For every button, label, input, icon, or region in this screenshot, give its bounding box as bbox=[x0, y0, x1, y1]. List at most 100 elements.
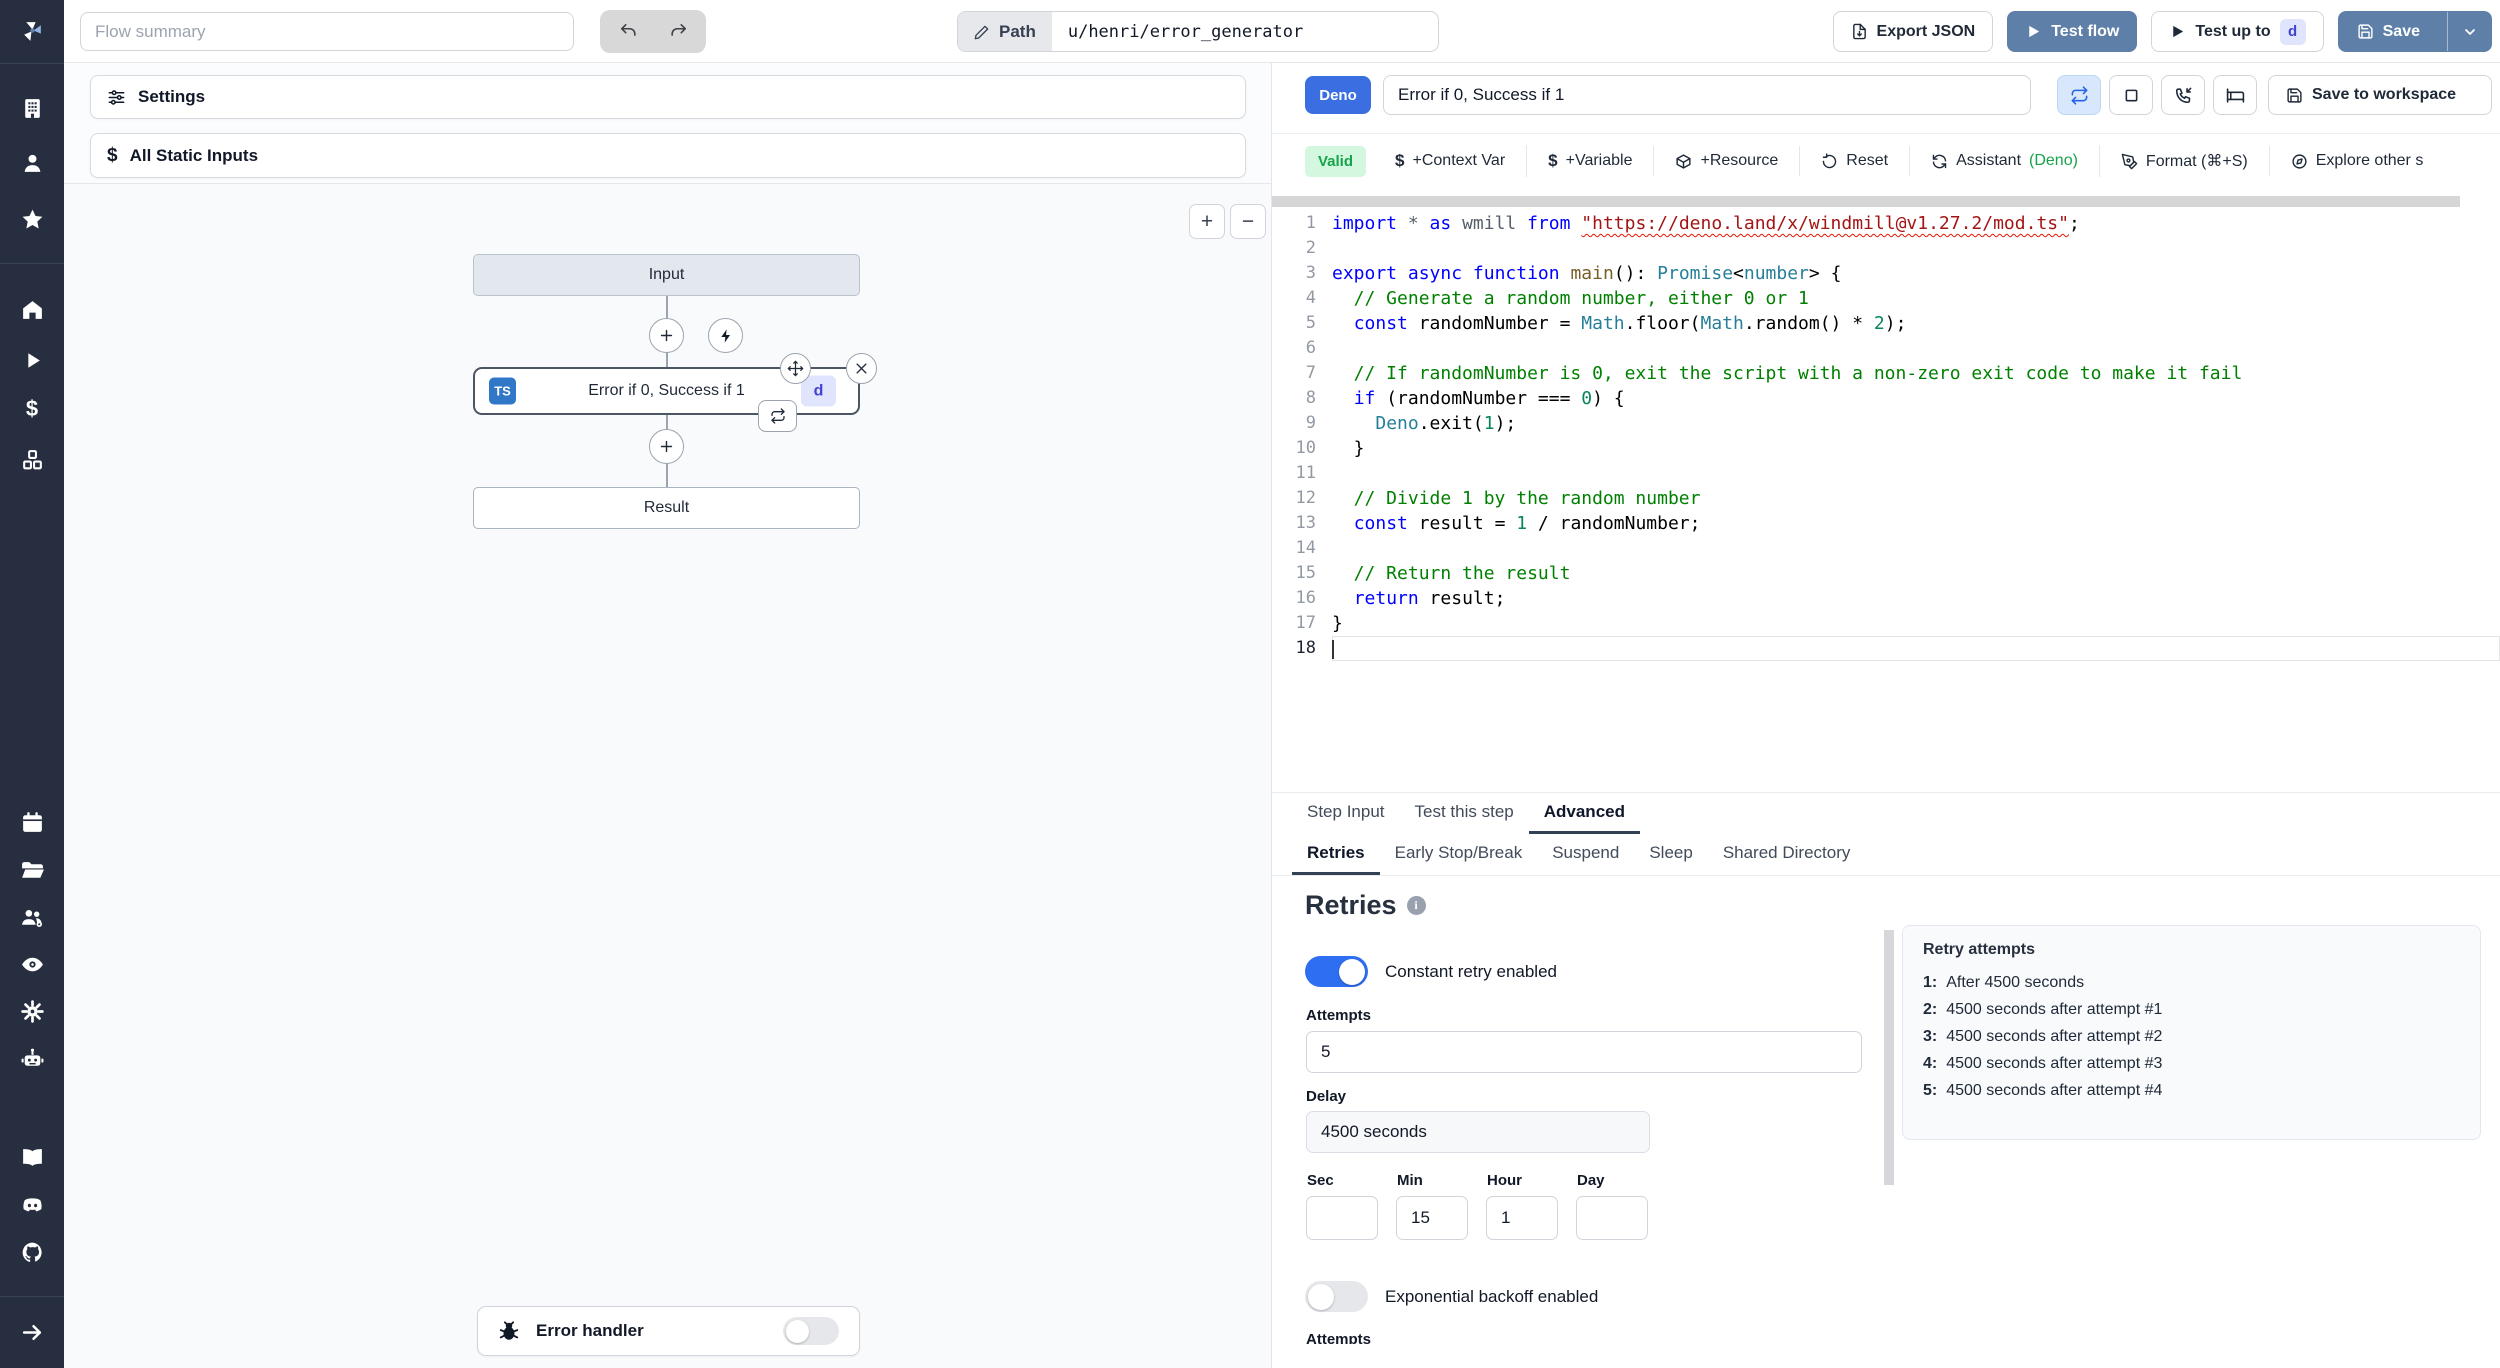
flow-node-result[interactable]: Result bbox=[473, 487, 860, 529]
retries-toggle-button[interactable] bbox=[2057, 75, 2101, 115]
save-button[interactable]: Save bbox=[2339, 12, 2438, 51]
day-input[interactable] bbox=[1576, 1196, 1648, 1240]
attempts-input[interactable] bbox=[1306, 1031, 1862, 1073]
refresh-icon bbox=[1932, 154, 1947, 168]
add-resource-button[interactable]: +Resource bbox=[1653, 146, 1799, 176]
retry-attempts-title: Retry attempts bbox=[1923, 941, 2036, 958]
subtab-retries[interactable]: Retries bbox=[1292, 834, 1380, 875]
workspace-building-icon[interactable] bbox=[0, 88, 64, 128]
sleep-button[interactable] bbox=[2213, 75, 2257, 115]
docs-book-icon[interactable] bbox=[0, 1137, 64, 1177]
workers-robot-icon[interactable] bbox=[0, 1038, 64, 1078]
add-variable-button[interactable]: $ +Variable bbox=[1526, 145, 1653, 177]
error-handler-toggle[interactable] bbox=[783, 1317, 839, 1345]
assistant-lang-label: (Deno) bbox=[2029, 152, 2078, 169]
subtab-suspend[interactable]: Suspend bbox=[1537, 834, 1634, 875]
editor-resize-handle[interactable] bbox=[1272, 196, 2460, 207]
tab-advanced[interactable]: Advanced bbox=[1528, 793, 1640, 834]
folders-icon[interactable] bbox=[0, 850, 64, 890]
save-icon bbox=[2287, 87, 2302, 103]
repeat-icon bbox=[2071, 85, 2087, 105]
favorites-star-icon[interactable] bbox=[0, 199, 64, 239]
step-name-input[interactable] bbox=[1383, 75, 2031, 115]
day-label: Day bbox=[1577, 1172, 1605, 1189]
code-content[interactable]: import * as wmill from "https://deno.lan… bbox=[1332, 211, 2500, 661]
early-stop-button[interactable] bbox=[2109, 75, 2153, 115]
add-trigger-button[interactable] bbox=[708, 318, 743, 353]
delete-step-button[interactable] bbox=[846, 353, 877, 384]
groups-users-icon[interactable] bbox=[0, 897, 64, 937]
attempts-label: Attempts bbox=[1306, 1007, 1372, 1024]
flow-node-input[interactable]: Input bbox=[473, 254, 860, 296]
sec-input[interactable] bbox=[1306, 1196, 1378, 1240]
schedules-calendar-icon[interactable] bbox=[0, 802, 64, 842]
subtab-shared-directory[interactable]: Shared Directory bbox=[1708, 834, 1866, 875]
windmill-logo[interactable] bbox=[0, 10, 64, 50]
retries-heading: Retries i bbox=[1305, 890, 1426, 921]
zoom-in-button[interactable]: + bbox=[1189, 204, 1225, 239]
runs-play-icon[interactable] bbox=[0, 340, 64, 380]
home-icon[interactable] bbox=[0, 290, 64, 330]
tab-test-this-step[interactable]: Test this step bbox=[1400, 793, 1529, 834]
undo-button[interactable] bbox=[606, 14, 650, 49]
format-button[interactable]: Format (⌘+S) bbox=[2098, 145, 2269, 177]
assistant-button[interactable]: Assistant (Deno) bbox=[1909, 146, 2099, 176]
path-field[interactable]: Path u/henri/error_generator bbox=[957, 11, 1439, 52]
dollar-icon: $ bbox=[107, 144, 118, 166]
github-icon[interactable] bbox=[0, 1232, 64, 1272]
flow-settings-button[interactable]: Settings bbox=[90, 75, 1246, 119]
language-badge[interactable]: Deno bbox=[1305, 76, 1371, 114]
test-up-to-button[interactable]: Test up to d bbox=[2151, 11, 2324, 52]
add-step-button[interactable] bbox=[649, 429, 684, 464]
retry-attempt-row: 5: 4500 seconds after attempt #4 bbox=[1923, 1082, 2163, 1099]
exponential-backoff-label: Exponential backoff enabled bbox=[1385, 1286, 1599, 1306]
reset-button[interactable]: Reset bbox=[1799, 146, 1909, 176]
plus-icon bbox=[660, 329, 673, 342]
variables-dollar-icon[interactable]: $ bbox=[0, 389, 64, 429]
hour-input[interactable] bbox=[1486, 1196, 1558, 1240]
user-icon[interactable] bbox=[0, 143, 64, 183]
explore-scripts-button[interactable]: Explore other s bbox=[2268, 146, 2445, 176]
settings-gear-icon[interactable] bbox=[0, 991, 64, 1031]
redo-button[interactable] bbox=[656, 14, 700, 49]
save-to-workspace-button[interactable]: Save to workspace bbox=[2268, 75, 2492, 115]
resources-boxes-icon[interactable] bbox=[0, 440, 64, 480]
zoom-out-button[interactable]: − bbox=[1230, 204, 1266, 239]
suspend-button[interactable] bbox=[2161, 75, 2205, 115]
flow-canvas[interactable]: + − Input TS Error if 0, Success if 1 d bbox=[64, 183, 1271, 1368]
discord-icon[interactable] bbox=[0, 1185, 64, 1225]
step-id-badge: d bbox=[801, 375, 836, 407]
typescript-badge: TS bbox=[489, 377, 516, 405]
valid-status-badge: Valid bbox=[1305, 145, 1367, 177]
code-editor[interactable]: 1 2 3 4 5 6 7 8 9 10 11 12 13 14 15 16 17 18 import * as … bbox=[1272, 207, 2500, 792]
expand-arrow-icon[interactable] bbox=[0, 1312, 64, 1352]
add-step-button[interactable] bbox=[649, 318, 684, 353]
bed-icon bbox=[2226, 87, 2244, 103]
subtab-sleep[interactable]: Sleep bbox=[1634, 834, 1707, 875]
subtab-early-stop[interactable]: Early Stop/Break bbox=[1380, 834, 1538, 875]
delay-input[interactable] bbox=[1306, 1111, 1650, 1153]
move-step-button[interactable] bbox=[780, 353, 811, 384]
content-scrollbar[interactable] bbox=[1884, 930, 1894, 1185]
min-input[interactable] bbox=[1396, 1196, 1468, 1240]
play-icon bbox=[2173, 25, 2184, 38]
info-icon[interactable]: i bbox=[1406, 896, 1426, 915]
delay-label: Delay bbox=[1306, 1088, 1347, 1105]
audit-eye-icon[interactable] bbox=[0, 944, 64, 984]
error-handler-box[interactable]: Error handler bbox=[477, 1306, 860, 1356]
flow-summary-input[interactable] bbox=[80, 12, 574, 51]
bug-icon bbox=[499, 1321, 519, 1340]
step-retry-indicator[interactable] bbox=[758, 400, 797, 432]
pen-icon bbox=[2121, 153, 2138, 169]
exponential-backoff-toggle[interactable] bbox=[1305, 1281, 1368, 1312]
rail-divider bbox=[0, 1296, 64, 1297]
constant-retry-toggle[interactable] bbox=[1305, 956, 1368, 987]
tab-step-input[interactable]: Step Input bbox=[1292, 793, 1400, 834]
save-dropdown-button[interactable] bbox=[2447, 12, 2491, 51]
all-static-inputs-button[interactable]: $ All Static Inputs bbox=[90, 133, 1246, 178]
retry-attempts-card: Retry attempts 1: After 4500 seconds 2: 45… bbox=[1902, 925, 2481, 1140]
test-flow-button[interactable]: Test flow bbox=[2007, 11, 2138, 52]
add-context-var-button[interactable]: $ +Context Var bbox=[1374, 145, 1526, 177]
export-json-button[interactable]: Export JSON bbox=[1832, 11, 1994, 52]
topbar: Path u/henri/error_generator Export JSON… bbox=[64, 0, 2500, 63]
